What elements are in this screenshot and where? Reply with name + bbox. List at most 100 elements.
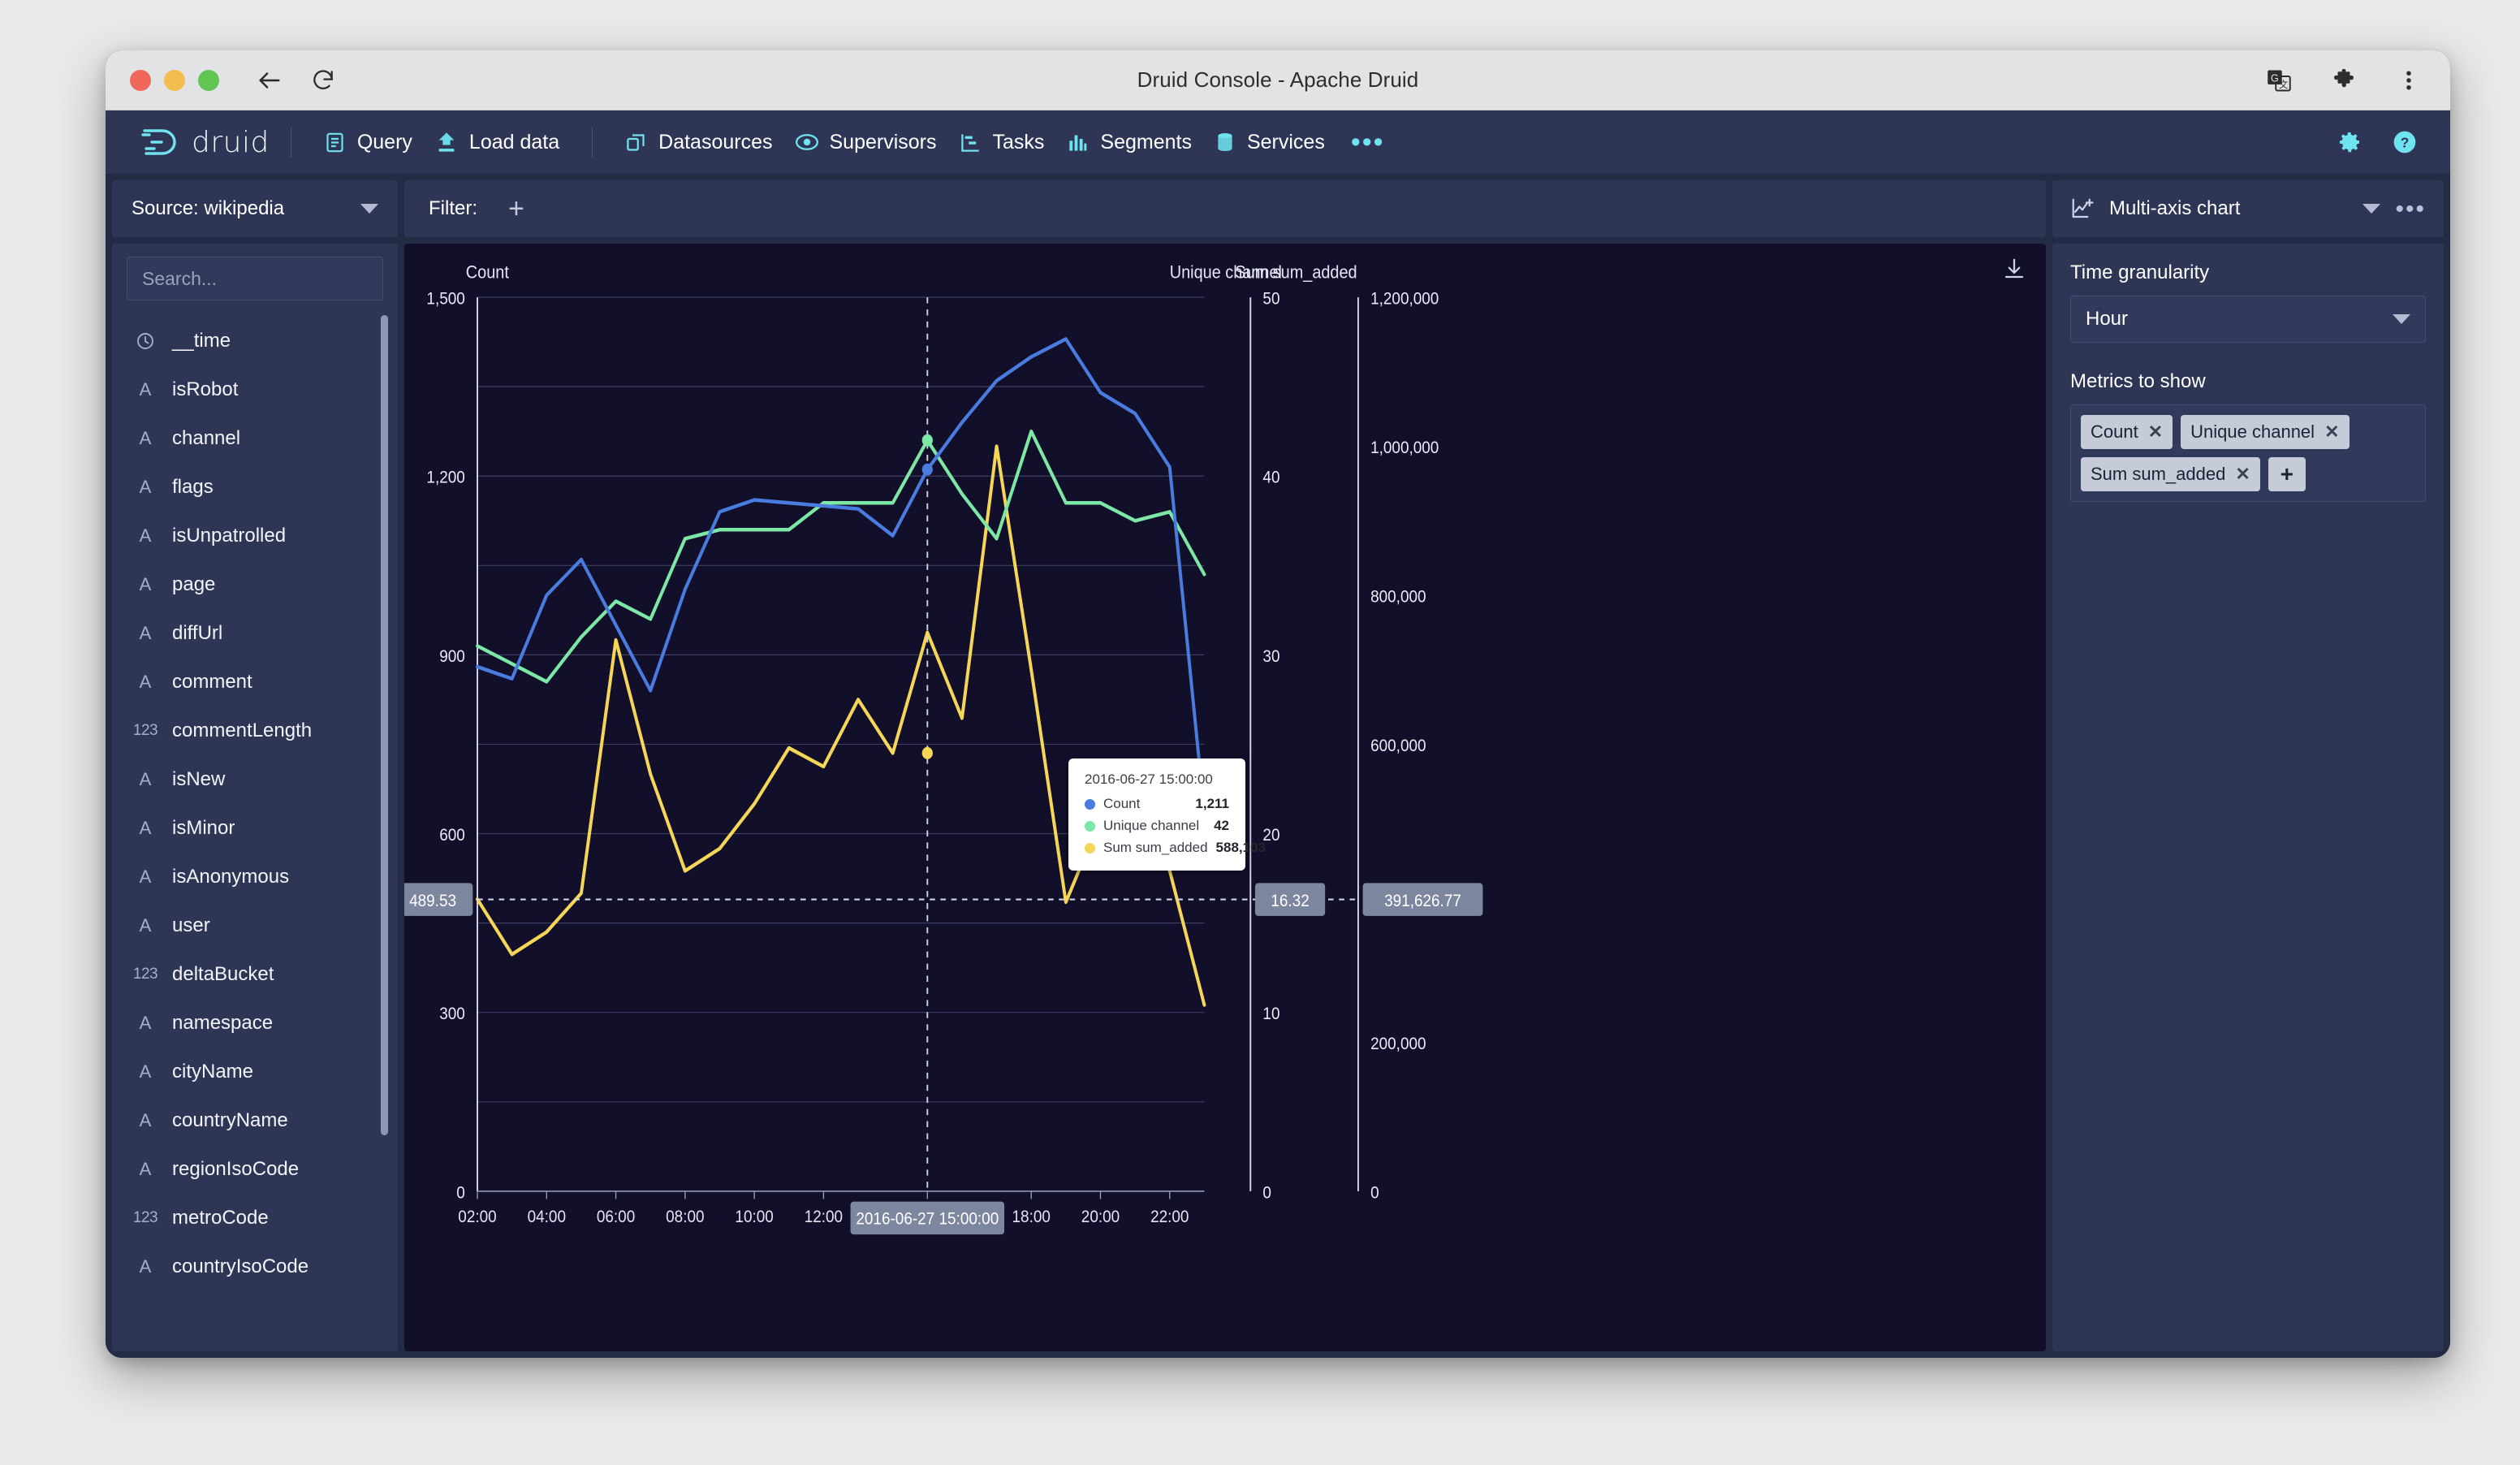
field-row[interactable]: AisNew	[112, 755, 398, 804]
close-window-button[interactable]	[130, 70, 151, 91]
gantt-icon	[960, 132, 982, 153]
field-name: isUnpatrolled	[172, 525, 286, 547]
upload-cloud-icon	[435, 131, 458, 153]
field-row[interactable]: AregionIsoCode	[112, 1145, 398, 1194]
svg-text:08:00: 08:00	[666, 1208, 704, 1226]
back-arrow-icon[interactable]	[255, 66, 284, 95]
field-row[interactable]: 123commentLength	[112, 707, 398, 755]
tooltip-timestamp: 2016-06-27 15:00:00	[1085, 771, 1229, 788]
druid-logo[interactable]: druid	[138, 123, 270, 161]
remove-metric-icon[interactable]: ✕	[2235, 464, 2250, 485]
string-type-icon: A	[133, 818, 158, 839]
field-row[interactable]: 123metroCode	[112, 1194, 398, 1242]
svg-text:200,000: 200,000	[1370, 1035, 1426, 1053]
chevron-down-icon	[360, 204, 378, 214]
tooltip-series-value: 588,103	[1216, 840, 1266, 856]
app-body: Source: wikipedia __timeAisRobotAchannel…	[106, 174, 2450, 1358]
reload-icon[interactable]	[309, 66, 338, 95]
chevron-down-icon[interactable]	[2362, 204, 2380, 214]
nav-item-load-data[interactable]: Load data	[424, 126, 571, 159]
maximize-window-button[interactable]	[198, 70, 219, 91]
multi-axis-chart-icon	[2070, 197, 2095, 221]
add-metric-button[interactable]: +	[2268, 457, 2306, 491]
chart-settings-panel: Time granularity Hour Metrics to show Co…	[2052, 244, 2444, 1351]
time-granularity-select[interactable]: Hour	[2070, 296, 2426, 343]
kebab-menu-icon[interactable]	[2395, 67, 2423, 94]
field-row[interactable]: Anamespace	[112, 999, 398, 1048]
bar-chart-icon	[1067, 132, 1089, 153]
metric-tag[interactable]: Unique channel✕	[2181, 415, 2349, 449]
nav-item-tasks[interactable]: Tasks	[948, 126, 1056, 159]
field-row[interactable]: Apage	[112, 560, 398, 609]
svg-text:800,000: 800,000	[1370, 588, 1426, 607]
field-name: metroCode	[172, 1207, 269, 1229]
window-title: Druid Console - Apache Druid	[106, 67, 2450, 93]
nav-label: Supervisors	[830, 131, 937, 154]
number-type-icon: 123	[133, 722, 158, 740]
svg-text:12:00: 12:00	[805, 1208, 843, 1226]
field-row[interactable]: AisAnonymous	[112, 853, 398, 901]
field-name: namespace	[172, 1012, 273, 1035]
field-row[interactable]: AdiffUrl	[112, 609, 398, 658]
remove-metric-icon[interactable]: ✕	[2148, 421, 2163, 443]
help-circle-icon[interactable]: ?	[2392, 129, 2418, 155]
fields-scrollbar-thumb[interactable]	[381, 315, 388, 1135]
field-row[interactable]: AisRobot	[112, 365, 398, 414]
fields-panel: __timeAisRobotAchannelAflagsAisUnpatroll…	[112, 244, 398, 1351]
field-name: channel	[172, 427, 240, 450]
puzzle-piece-icon[interactable]	[2330, 67, 2358, 94]
search-wrapper	[112, 257, 398, 309]
chart-tooltip: 2016-06-27 15:00:00 Count 1,211 Unique c…	[1068, 758, 1245, 871]
string-type-icon: A	[133, 769, 158, 790]
visualization-name: Multi-axis chart	[2109, 197, 2348, 220]
field-row[interactable]: 123deltaBucket	[112, 950, 398, 999]
series-swatch-count	[1085, 799, 1095, 810]
metric-tag[interactable]: Sum sum_added✕	[2081, 457, 2260, 491]
translate-icon[interactable]: G文	[2265, 67, 2293, 94]
string-type-icon: A	[133, 1061, 158, 1083]
tooltip-series-value: 42	[1214, 818, 1229, 834]
visualization-more-button[interactable]: •••	[2395, 203, 2426, 215]
svg-text:G: G	[2271, 72, 2279, 84]
visualization-selector[interactable]: Multi-axis chart •••	[2052, 180, 2444, 237]
metrics-tag-area[interactable]: Count✕Unique channel✕ Sum sum_added✕+	[2070, 404, 2426, 502]
nav-more-button[interactable]: •••	[1336, 134, 1400, 150]
center-column: Filter: + CountUnique channelSum sum_add…	[404, 180, 2046, 1351]
field-row[interactable]: Auser	[112, 901, 398, 950]
metric-tag[interactable]: Count✕	[2081, 415, 2173, 449]
field-row[interactable]: __time	[112, 317, 398, 365]
field-row[interactable]: Aflags	[112, 463, 398, 512]
nav-item-services[interactable]: Services	[1203, 126, 1336, 159]
minimize-window-button[interactable]	[164, 70, 185, 91]
remove-metric-icon[interactable]: ✕	[2324, 421, 2339, 443]
field-row[interactable]: AcountryIsoCode	[112, 1242, 398, 1291]
nav-item-supervisors[interactable]: Supervisors	[784, 126, 948, 159]
nav-label: Load data	[469, 131, 559, 154]
add-filter-button[interactable]: +	[508, 195, 524, 223]
field-row[interactable]: AisUnpatrolled	[112, 512, 398, 560]
field-row[interactable]: AisMinor	[112, 804, 398, 853]
browser-chrome: Druid Console - Apache Druid G文	[106, 50, 2450, 110]
nav-item-segments[interactable]: Segments	[1055, 126, 1203, 159]
field-row[interactable]: Acomment	[112, 658, 398, 707]
field-row[interactable]: AcountryName	[112, 1096, 398, 1145]
field-row[interactable]: AcityName	[112, 1048, 398, 1096]
field-name: countryIsoCode	[172, 1255, 309, 1278]
svg-text:16.32: 16.32	[1271, 892, 1309, 910]
field-row[interactable]: Achannel	[112, 414, 398, 463]
tooltip-row: Unique channel 42	[1085, 818, 1229, 834]
browser-chrome-actions: G文	[2265, 67, 2423, 94]
browser-nav-buttons	[255, 66, 338, 95]
gear-icon[interactable]	[2337, 129, 2362, 155]
nav-label: Datasources	[658, 131, 772, 154]
string-type-icon: A	[133, 866, 158, 888]
search-input[interactable]	[127, 257, 383, 300]
nav-item-datasources[interactable]: Datasources	[614, 126, 783, 159]
svg-text:0: 0	[1370, 1183, 1379, 1202]
metrics-to-show-label: Metrics to show	[2070, 370, 2426, 393]
nav-label: Query	[357, 131, 412, 154]
field-list: __timeAisRobotAchannelAflagsAisUnpatroll…	[112, 309, 398, 1343]
source-selector[interactable]: Source: wikipedia	[112, 180, 398, 237]
nav-item-query[interactable]: Query	[313, 126, 424, 159]
field-name: isMinor	[172, 817, 235, 840]
